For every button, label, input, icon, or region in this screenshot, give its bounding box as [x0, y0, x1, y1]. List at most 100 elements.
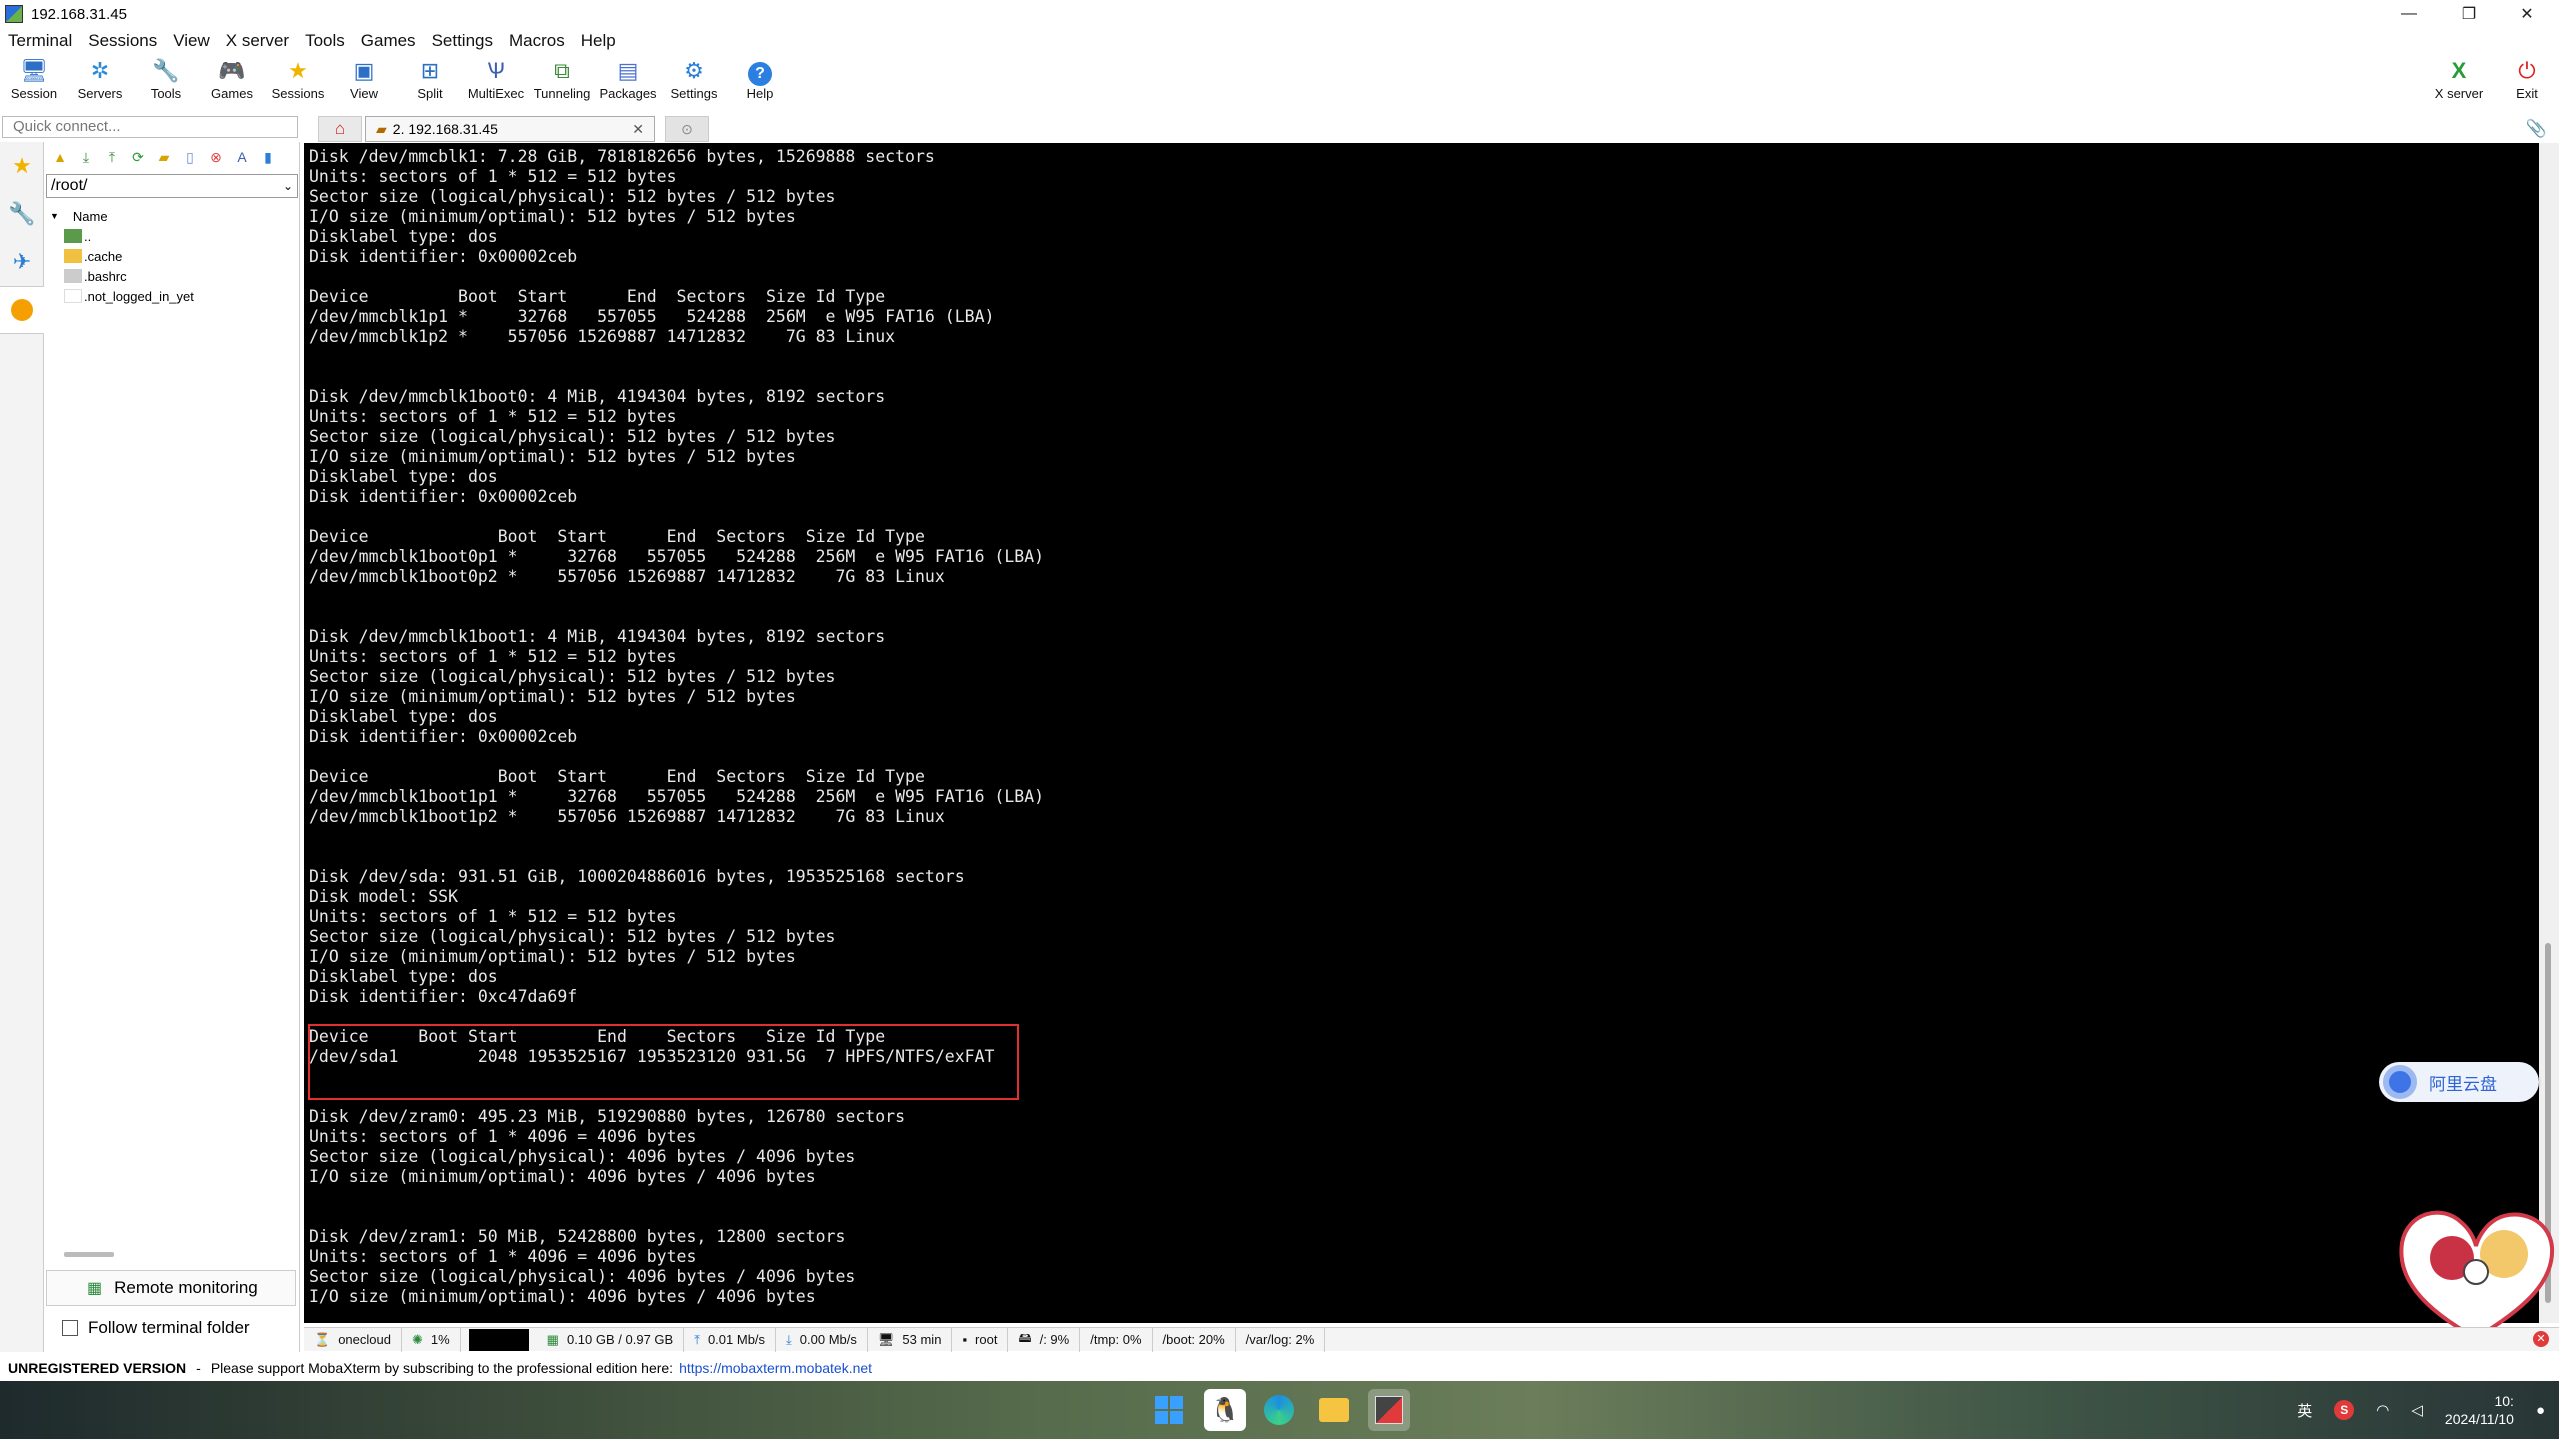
terminal-line: Units: sectors of 1 * 4096 = 4096 bytes [309, 1127, 697, 1146]
tools-icon: 🔧 [152, 58, 180, 83]
file-tree: ▼ Name .. .cache .bashrc .not_logged_in_… [44, 206, 299, 306]
exit-label: Exit [2516, 86, 2538, 101]
upload-icon[interactable]: ⤒ [100, 146, 124, 168]
tools-tab-icon[interactable]: 🔧 [0, 190, 44, 238]
edge-browser-icon[interactable] [1258, 1389, 1300, 1431]
new-file-icon[interactable]: ▯ [178, 146, 202, 168]
file-row[interactable]: .bashrc [44, 266, 299, 286]
games-button[interactable]: 🎮 Games [199, 56, 265, 104]
session-button[interactable]: 🖥 Session [1, 56, 67, 104]
input-language-indicator[interactable]: 英 [2297, 1400, 2312, 1421]
exit-button[interactable]: ⏻ Exit [2494, 56, 2559, 104]
settings-button[interactable]: ⚙ Settings [661, 56, 727, 104]
file-row[interactable]: .. [44, 226, 299, 246]
new-folder-icon[interactable]: ▰ [152, 146, 176, 168]
new-tab-icon[interactable]: ⊙ [665, 116, 709, 142]
quick-connect-input[interactable]: Quick connect... [2, 116, 298, 138]
servers-button[interactable]: ✲ Servers [67, 56, 133, 104]
session-label: Session [10, 86, 58, 101]
close-button[interactable]: ✕ [2498, 0, 2556, 28]
file-row[interactable]: .not_logged_in_yet [44, 286, 299, 306]
tunneling-button[interactable]: ⧉ Tunneling [529, 56, 595, 104]
multiexec-button[interactable]: Ѱ MultiExec [463, 56, 529, 104]
paperclip-icon[interactable]: 📎 [2526, 119, 2547, 139]
tree-header[interactable]: ▼ Name [44, 206, 299, 226]
tools-button[interactable]: 🔧 Tools [133, 56, 199, 104]
disk-boot-value: /boot: 20% [1162, 1332, 1225, 1347]
permissions-icon[interactable]: ▮ [256, 146, 280, 168]
menu-macros[interactable]: Macros [501, 31, 573, 51]
file-row[interactable]: .cache [44, 246, 299, 266]
path-field[interactable]: /root/ ⌄ [46, 174, 298, 198]
mobaxterm-taskbar-icon[interactable] [1368, 1389, 1410, 1431]
windows-start-icon[interactable] [1148, 1389, 1190, 1431]
minimize-button[interactable]: — [2380, 0, 2438, 28]
xserver-button[interactable]: X X server [2426, 56, 2492, 104]
sftp-horizontal-scrollbar[interactable] [64, 1252, 114, 1257]
tab-close-icon[interactable]: ✕ [632, 121, 644, 138]
notification-icon[interactable]: ● [2536, 1402, 2545, 1419]
sftp-tab-icon[interactable] [0, 286, 44, 334]
tab-session[interactable]: ▰ 2. 192.168.31.45 ✕ [365, 116, 655, 142]
aliyun-drive-widget[interactable]: 阿里云盘 [2379, 1062, 2539, 1102]
taskbar-clock[interactable]: 10: 2024/11/10 [2445, 1392, 2514, 1428]
terminal-line: Disk /dev/mmcblk1: 7.28 GiB, 7818182656 … [309, 147, 935, 166]
statusbar-close-icon[interactable]: ✕ [2533, 1331, 2549, 1347]
menu-help[interactable]: Help [573, 31, 624, 51]
macros-tab-icon[interactable]: ✈ [0, 238, 44, 286]
terminal-line: /dev/mmcblk1boot1p2 * 557056 15269887 14… [309, 807, 945, 826]
cpu-value: 1% [430, 1332, 450, 1347]
rename-icon[interactable]: A [230, 146, 254, 168]
packages-button[interactable]: ▤ Packages [595, 56, 661, 104]
download-value: 0.00 Mb/s [799, 1332, 857, 1347]
home-tab-icon[interactable]: ⌂ [318, 116, 362, 142]
terminal-line: Sector size (logical/physical): 4096 byt… [309, 1147, 856, 1166]
wifi-icon[interactable]: ◠ [2376, 1401, 2389, 1419]
terminal-scrollbar[interactable] [2539, 143, 2559, 1323]
status-upload: ⤒ 0.01 Mb/s [684, 1327, 777, 1352]
upload-arrow-icon: ⤒ [694, 1331, 700, 1347]
refresh-icon[interactable]: ⟳ [126, 146, 150, 168]
memory-value: 0.10 GB / 0.97 GB [566, 1332, 674, 1347]
view-button[interactable]: ▣ View [331, 56, 397, 104]
disk-tmp-value: /tmp: 0% [1090, 1332, 1142, 1347]
file-explorer-icon[interactable] [1313, 1389, 1355, 1431]
menu-sessions[interactable]: Sessions [80, 31, 165, 51]
terminal-output[interactable]: Disk /dev/mmcblk1: 7.28 GiB, 7818182656 … [304, 143, 2539, 1323]
sessions-tab-star-icon[interactable]: ★ [0, 142, 44, 190]
terminal-line: Disklabel type: dos [309, 467, 498, 486]
restore-button[interactable]: ❐ [2440, 0, 2498, 28]
menu-terminal[interactable]: Terminal [0, 31, 80, 51]
terminal-line: /dev/mmcblk1boot1p1 * 32768 557055 52428… [309, 787, 1045, 806]
delete-icon[interactable]: ⊗ [204, 146, 228, 168]
mobatek-link[interactable]: https://mobaxterm.mobatek.net [679, 1360, 872, 1376]
disk-root-value: /: 9% [1039, 1332, 1070, 1347]
menu-tools[interactable]: Tools [297, 31, 353, 51]
menu-settings[interactable]: Settings [424, 31, 501, 51]
checkbox[interactable] [62, 1320, 78, 1336]
status-disk-varlog: /var/log: 2% [1236, 1327, 1326, 1352]
menu-games[interactable]: Games [353, 31, 424, 51]
mascot-face [2463, 1259, 2489, 1285]
terminal-line: /dev/mmcblk1p2 * 557056 15269887 1471283… [309, 327, 896, 346]
status-download: ⤓ 0.00 Mb/s [776, 1327, 868, 1352]
anime-mascot-widget[interactable] [2392, 1198, 2559, 1348]
parent-folder-icon[interactable]: ▲ [48, 146, 72, 168]
sessions-button[interactable]: ★ Sessions [265, 56, 331, 104]
volume-icon[interactable]: ◁ [2411, 1401, 2423, 1419]
menu-xserver[interactable]: X server [218, 31, 297, 51]
help-button[interactable]: ? Help [727, 56, 793, 104]
split-button[interactable]: ⊞ Split [397, 56, 463, 104]
qq-app-icon[interactable]: 🐧 [1204, 1389, 1246, 1431]
sogou-ime-icon[interactable]: S [2334, 1400, 2355, 1420]
download-icon[interactable]: ⤓ [74, 146, 98, 168]
remote-monitoring-button[interactable]: ▦ Remote monitoring [46, 1270, 296, 1306]
menu-view[interactable]: View [165, 31, 218, 51]
chevron-down-icon[interactable]: ⌄ [283, 175, 293, 197]
terminal-line: I/O size (minimum/optimal): 512 bytes / … [309, 447, 796, 466]
follow-terminal-folder-checkbox[interactable]: Follow terminal folder [62, 1318, 250, 1338]
uptime-value: 53 min [902, 1332, 942, 1347]
